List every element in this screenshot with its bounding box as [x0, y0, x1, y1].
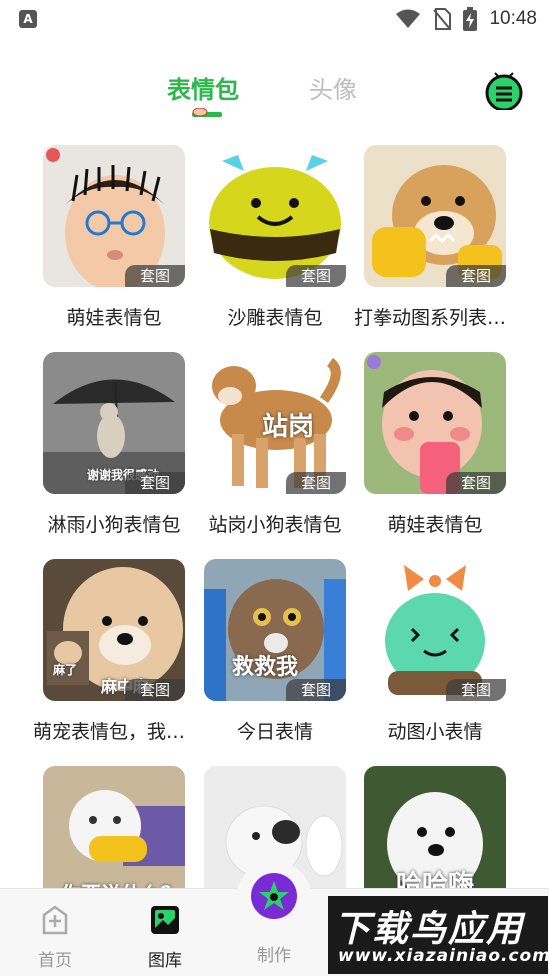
thumb-overlay-text: 站岗 — [262, 412, 315, 442]
card-thumbnail: 麻中麻 麻了 套图 — [43, 559, 185, 701]
nav-make-label: 制作 — [257, 946, 291, 966]
gallery-icon — [151, 906, 179, 934]
thumb-overlay-subtext: 麻了 — [53, 663, 78, 677]
no-sim-icon — [433, 8, 452, 30]
card-thumbnail: 谢谢我很感动 套图 — [43, 352, 185, 494]
set-badge: 套图 — [125, 679, 185, 701]
card-title: 萌娃表情包 — [387, 514, 483, 536]
card-title: 今日表情 — [236, 721, 313, 743]
card-title: 站岗小狗表情包 — [208, 514, 342, 536]
set-badge: 套图 — [286, 265, 346, 287]
card-title: 动图小表情 — [387, 721, 483, 743]
make-button[interactable] — [236, 861, 312, 937]
make-icon — [251, 873, 297, 919]
card-thumbnail: 套图 — [364, 559, 506, 701]
card-title: 萌宠表情包，我麻了 — [33, 721, 195, 743]
set-badge: 套图 — [125, 472, 185, 494]
card-title: 萌娃表情包 — [66, 307, 162, 329]
tab-emoji-pack[interactable]: 表情包 — [167, 70, 239, 105]
card-thumbnail: 套图 — [364, 352, 506, 494]
set-badge: 套图 — [446, 472, 506, 494]
card-thumbnail: 套图 — [364, 145, 506, 287]
status-icons: 10:48 — [395, 6, 537, 32]
set-badge: 套图 — [125, 265, 185, 287]
wifi-icon — [396, 9, 421, 28]
set-badge: 套图 — [286, 472, 346, 494]
nav-home-label: 首页 — [38, 951, 72, 971]
card-thumbnail: 站岗 套图 — [204, 352, 346, 494]
status-bar: A 10:48 — [0, 0, 549, 38]
set-badge: 套图 — [446, 679, 506, 701]
watermark-url: www.xiazainiao.com — [338, 946, 549, 966]
card-title: 打拳动图系列表情包 — [354, 307, 516, 329]
watermark-logo: 下载鸟应用 www.xiazainiao.com — [328, 896, 549, 974]
card-thumbnail: 你要说什么？ — [43, 766, 185, 908]
nav-gallery-label: 图库 — [148, 951, 182, 971]
set-badge: 套图 — [446, 265, 506, 287]
tab-indicator — [192, 108, 222, 117]
menu-icon[interactable] — [483, 72, 525, 110]
top-header: 表情包 头像 — [0, 62, 549, 122]
nav-home[interactable]: 首页 — [25, 903, 85, 971]
card-title: 沙雕表情包 — [227, 307, 323, 329]
watermark-title: 下载鸟应用 — [334, 909, 525, 950]
card-thumbnail: 救救我 套图 — [204, 559, 346, 701]
set-badge: 套图 — [286, 679, 346, 701]
card-title: 淋雨小狗表情包 — [47, 514, 181, 536]
thumb-overlay-text: 救救我 — [232, 655, 299, 680]
home-icon — [42, 905, 68, 935]
card-thumbnail: 套图 — [43, 145, 185, 287]
battery-charging-icon — [463, 7, 478, 31]
card-thumbnail: 哈哈嗨 — [364, 766, 506, 908]
app-notification-icon: A — [19, 10, 37, 28]
card-thumbnail: 套图 — [204, 145, 346, 287]
status-time: 10:48 — [489, 8, 537, 29]
tab-avatar[interactable]: 头像 — [309, 70, 357, 105]
nav-gallery[interactable]: 图库 — [135, 903, 195, 971]
